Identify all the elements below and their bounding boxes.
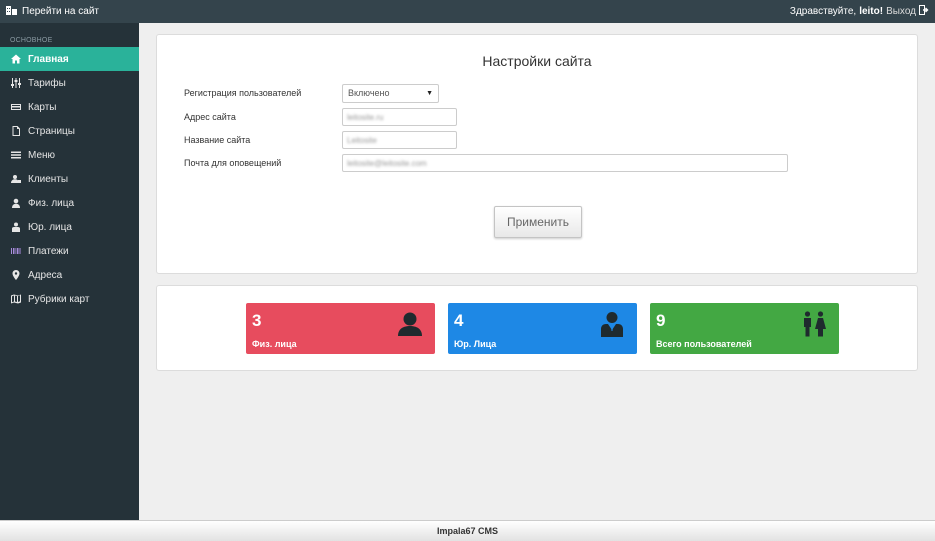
stats-panel: 3 Физ. лица 4 Юр. Лица 9 Всего пользоват…	[156, 285, 918, 371]
sidebar-item-payments[interactable]: Платежи	[0, 239, 139, 263]
site-address-label: Адрес сайта	[184, 112, 236, 122]
notification-email-row: Почта для оповещений leitosite@leitosite…	[184, 154, 788, 172]
goto-site-link[interactable]: Перейти на сайт	[6, 5, 99, 18]
credit-card-icon	[10, 102, 21, 113]
stat-card-legal-entities[interactable]: 4 Юр. Лица	[448, 303, 637, 354]
stat-count: 9	[656, 311, 666, 330]
barcode-icon	[10, 246, 21, 257]
stat-label: Юр. Лица	[454, 339, 497, 349]
site-address-value: leitosite.ru	[347, 112, 384, 122]
registration-row: Регистрация пользователей Включено ▼	[184, 83, 439, 103]
page-icon	[10, 126, 21, 137]
sidebar-item-label: Тарифы	[28, 77, 66, 89]
sidebar-section-title: ОСНОВНОЕ	[10, 37, 53, 44]
site-name-label: Название сайта	[184, 135, 251, 145]
person-icon	[397, 311, 423, 337]
sidebar-item-menu[interactable]: Меню	[0, 143, 139, 167]
stat-count: 4	[454, 311, 464, 330]
sidebar-item-pages[interactable]: Страницы	[0, 119, 139, 143]
site-address-input[interactable]: leitosite.ru	[342, 108, 457, 126]
footer: Impala67 CMS	[0, 520, 935, 541]
sidebar-item-individuals[interactable]: Физ. лица	[0, 191, 139, 215]
sidebar-item-addresses[interactable]: Адреса	[0, 263, 139, 287]
notification-email-input[interactable]: leitosite@leitosite.com	[342, 154, 788, 172]
menu-icon	[10, 150, 21, 161]
registration-label: Регистрация пользователей	[184, 88, 302, 98]
building-icon	[6, 5, 17, 18]
home-icon	[10, 54, 21, 65]
sidebar-item-label: Физ. лица	[28, 197, 75, 209]
sidebar-item-label: Платежи	[28, 245, 69, 257]
map-marker-icon	[10, 270, 21, 281]
stat-card-individuals[interactable]: 3 Физ. лица	[246, 303, 435, 354]
greeting-text: Здравствуйте,	[789, 6, 857, 17]
sidebar-item-label: Меню	[28, 149, 56, 161]
sidebar-item-label: Адреса	[28, 269, 63, 281]
sidebar-item-label: Страницы	[28, 125, 75, 137]
registration-value: Включено	[348, 88, 390, 98]
users-icon	[801, 311, 827, 337]
sidebar-item-tariffs[interactable]: Тарифы	[0, 71, 139, 95]
sidebar-item-label: Юр. лица	[28, 221, 72, 233]
logout-icon[interactable]	[919, 5, 929, 18]
sidebar-item-label: Главная	[28, 53, 69, 65]
sidebar-item-home[interactable]: Главная	[0, 47, 139, 71]
sidebar-item-label: Рубрики карт	[28, 293, 90, 305]
sidebar: ОСНОВНОЕ Главная Тарифы Карты Страницы М…	[0, 23, 139, 520]
sidebar-item-clients[interactable]: Клиенты	[0, 167, 139, 191]
username: leito!	[859, 6, 884, 17]
site-name-row: Название сайта Leitosite	[184, 131, 457, 149]
caret-down-icon: ▼	[426, 89, 433, 97]
sliders-icon	[10, 78, 21, 89]
stat-label: Физ. лица	[252, 339, 297, 349]
registration-select[interactable]: Включено ▼	[342, 83, 439, 103]
goto-site-label: Перейти на сайт	[22, 6, 99, 17]
stat-card-total-users[interactable]: 9 Всего пользователей	[650, 303, 839, 354]
apply-button[interactable]: Применить	[494, 206, 582, 238]
map-icon	[10, 294, 21, 305]
notification-email-label: Почта для оповещений	[184, 158, 282, 168]
sidebar-item-label: Карты	[28, 101, 57, 113]
suit-icon	[10, 222, 21, 233]
site-name-value: Leitosite	[347, 135, 377, 145]
stat-count: 3	[252, 311, 262, 330]
site-address-row: Адрес сайта leitosite.ru	[184, 108, 457, 126]
clients-icon	[10, 174, 21, 185]
suit-icon	[599, 311, 625, 337]
settings-panel: Настройки сайта Регистрация пользователе…	[156, 34, 918, 274]
page-title: Настройки сайта	[482, 53, 592, 69]
sidebar-item-cards[interactable]: Карты	[0, 95, 139, 119]
sidebar-item-label: Клиенты	[28, 173, 69, 185]
logout-link[interactable]: Выход	[886, 6, 916, 17]
person-icon	[10, 198, 21, 209]
sidebar-item-map-categories[interactable]: Рубрики карт	[0, 287, 139, 311]
stat-label: Всего пользователей	[656, 339, 752, 349]
notification-email-value: leitosite@leitosite.com	[347, 158, 427, 168]
sidebar-item-legal-entities[interactable]: Юр. лица	[0, 215, 139, 239]
site-name-input[interactable]: Leitosite	[342, 131, 457, 149]
top-bar: Перейти на сайт Здравствуйте, leito! Вых…	[0, 0, 935, 23]
